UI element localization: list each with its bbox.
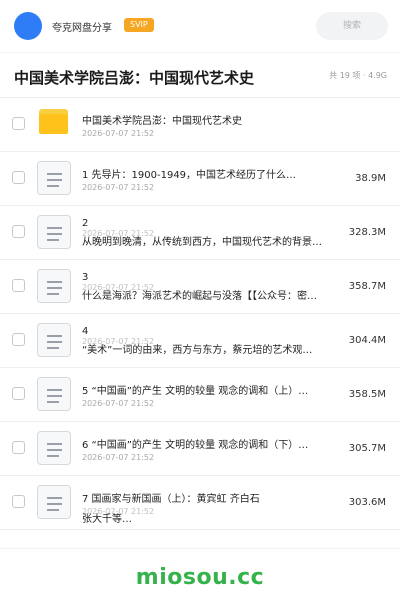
document-icon (37, 431, 71, 465)
select-checkbox[interactable] (12, 495, 25, 508)
select-checkbox[interactable] (12, 333, 25, 346)
file-size: 328.3M (348, 227, 386, 238)
item-count-size: 共 19 项 · 4.9G (329, 71, 387, 80)
select-checkbox[interactable] (12, 387, 25, 400)
file-name: 什么是海派？海派艺术的崛起与没落【【公众号：密… (82, 291, 317, 302)
document-icon (37, 215, 71, 249)
avatar[interactable] (14, 12, 42, 40)
search-input[interactable]: 搜索 (316, 12, 388, 40)
file-size: 305.7M (348, 443, 386, 454)
document-icon (37, 485, 71, 519)
select-checkbox[interactable] (12, 441, 25, 454)
file-name: 1 先导片：1900-1949，中国艺术经历了什么… (82, 170, 297, 181)
document-icon (37, 161, 71, 195)
select-checkbox[interactable] (12, 225, 25, 238)
document-icon (37, 269, 71, 303)
file-date: 2026-07-07 21:52 (82, 129, 155, 138)
file-size: 358.7M (348, 281, 386, 292)
file-list: 中国美术学院吕澎：中国现代艺术史 2026-07-07 21:52 1 先导片：… (0, 98, 400, 530)
file-size: 358.5M (348, 389, 386, 400)
file-number: 3 (82, 272, 89, 283)
folder-icon (39, 109, 68, 134)
file-size: 303.6M (348, 497, 386, 508)
list-item[interactable]: 5 “中国画”的产生 文明的较量 观念的调和（上）… 2026-07-07 21… (0, 368, 400, 422)
page-title: 中国美术学院吕澎：中国现代艺术史 (14, 69, 255, 87)
select-checkbox[interactable] (12, 171, 25, 184)
list-item[interactable]: 6 “中国画”的产生 文明的较量 观念的调和（下）… 2026-07-07 21… (0, 422, 400, 476)
list-item[interactable]: 2 2026-07-07 21:52 从晚明到晚清，从传统到西方，中国现代艺术的… (0, 206, 400, 260)
document-icon (37, 377, 71, 411)
file-number: 2 (82, 218, 89, 229)
list-item[interactable]: 3 2026-07-07 21:52 什么是海派？海派艺术的崛起与没落【【公众号… (0, 260, 400, 314)
select-checkbox[interactable] (12, 279, 25, 292)
list-item[interactable]: 7 国画家与新国画（上）：黄宾虹 齐白石 2026-07-07 21:52 张大… (0, 476, 400, 530)
footer: miosou.cc (0, 548, 400, 600)
file-name: 6 “中国画”的产生 文明的较量 观念的调和（下）… (82, 440, 309, 451)
list-item[interactable]: 4 2026-07-07 21:52 “美术”一词的由来，西方与东方，蔡元培的艺… (0, 314, 400, 368)
file-size: 304.4M (348, 335, 386, 346)
file-date: 2026-07-07 21:52 (82, 453, 155, 462)
list-item[interactable]: 中国美术学院吕澎：中国现代艺术史 2026-07-07 21:52 (0, 98, 400, 152)
file-size: 38.9M (355, 173, 386, 184)
file-name-continued: 张大千等… (82, 514, 132, 525)
list-item[interactable]: 1 先导片：1900-1949，中国艺术经历了什么… 2026-07-07 21… (0, 152, 400, 206)
watermark: miosou.cc (135, 565, 265, 590)
share-owner-name: 夸克网盘分享 (52, 23, 112, 34)
file-name: 中国美术学院吕澎：中国现代艺术史 (82, 116, 242, 127)
file-date: 2026-07-07 21:52 (82, 183, 155, 192)
svip-badge: SVIP (124, 18, 154, 32)
file-name: “美术”一词的由来，西方与东方，蔡元培的艺术观… (82, 345, 313, 356)
file-name: 5 “中国画”的产生 文明的较量 观念的调和（上）… (82, 386, 309, 397)
file-number: 4 (82, 326, 89, 337)
document-icon (37, 323, 71, 357)
file-name: 从晚明到晚清，从传统到西方，中国现代艺术的背景… (82, 237, 322, 248)
select-checkbox[interactable] (12, 117, 25, 130)
top-bar: 夸克网盘分享 SVIP 搜索 (0, 0, 400, 52)
file-name: 7 国画家与新国画（上）：黄宾虹 齐白石 (82, 494, 260, 505)
file-date: 2026-07-07 21:52 (82, 399, 155, 408)
folder-header: 中国美术学院吕澎：中国现代艺术史 共 19 项 · 4.9G (0, 52, 400, 98)
